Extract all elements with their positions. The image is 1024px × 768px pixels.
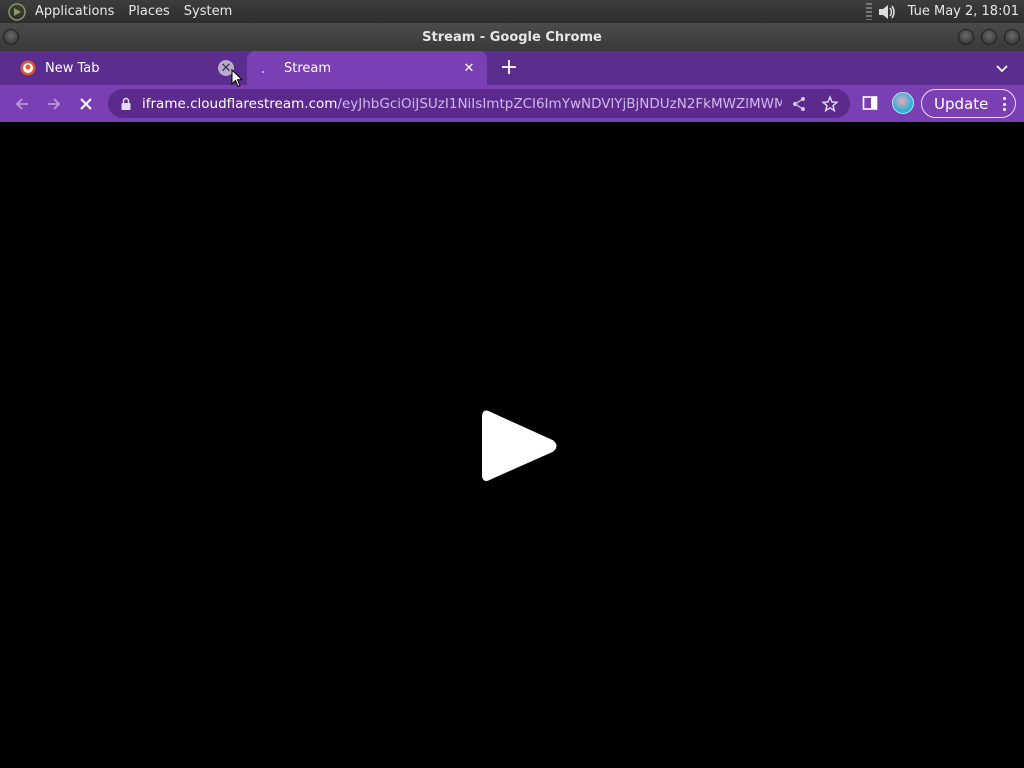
stop-icon[interactable] bbox=[75, 93, 97, 115]
side-panel-icon[interactable] bbox=[862, 95, 878, 111]
duckduckgo-icon bbox=[20, 60, 36, 76]
update-label: Update bbox=[934, 94, 989, 113]
minimize-button[interactable] bbox=[958, 29, 974, 45]
places-menu[interactable]: Places bbox=[121, 0, 176, 23]
maximize-button[interactable] bbox=[981, 29, 997, 45]
mouse-cursor-icon bbox=[231, 69, 243, 88]
tab-stream[interactable]: Stream ✕ bbox=[247, 51, 487, 85]
update-button[interactable]: Update bbox=[921, 89, 1016, 118]
url-host: iframe.cloudflarestream.com bbox=[142, 95, 338, 112]
tab-close-icon[interactable]: ✕ bbox=[461, 60, 477, 76]
share-icon[interactable] bbox=[790, 95, 808, 113]
applications-menu[interactable]: Applications bbox=[28, 0, 121, 23]
url-path: /eyJhbGciOiJSUzI1NiIsImtpZCI6ImYwNDVlYjB… bbox=[337, 95, 782, 112]
star-icon[interactable] bbox=[821, 95, 839, 113]
window-title-bar[interactable]: Stream - Google Chrome bbox=[0, 23, 1024, 51]
top-panel: Applications Places System Tue May 2, 18… bbox=[0, 0, 1024, 23]
loading-spinner-icon bbox=[262, 71, 265, 73]
clock[interactable]: Tue May 2, 18:01 bbox=[908, 4, 1024, 19]
address-bar[interactable]: iframe.cloudflarestream.com/eyJhbGciOiJS… bbox=[108, 89, 850, 118]
window-menu-button[interactable] bbox=[3, 29, 19, 45]
system-menu[interactable]: System bbox=[177, 0, 239, 23]
tab-new-tab[interactable]: New Tab ✕ bbox=[8, 51, 244, 85]
close-window-button[interactable] bbox=[1004, 29, 1020, 45]
gnome-foot-icon[interactable] bbox=[6, 1, 28, 23]
url-text[interactable]: iframe.cloudflarestream.com/eyJhbGciOiJS… bbox=[142, 96, 782, 112]
volume-icon[interactable] bbox=[876, 2, 898, 22]
forward-arrow-icon[interactable] bbox=[43, 93, 65, 115]
new-tab-button[interactable]: + bbox=[499, 57, 519, 79]
browser-toolbar: iframe.cloudflarestream.com/eyJhbGciOiJS… bbox=[0, 85, 1024, 122]
chevron-down-icon[interactable] bbox=[994, 61, 1010, 77]
tab-strip: New Tab ✕ Stream ✕ + bbox=[0, 51, 1024, 85]
tab-title: New Tab bbox=[45, 60, 100, 76]
back-arrow-icon[interactable] bbox=[11, 93, 33, 115]
video-player[interactable] bbox=[0, 122, 1024, 768]
window-title: Stream - Google Chrome bbox=[422, 29, 602, 45]
lock-icon[interactable] bbox=[120, 97, 132, 111]
tab-title: Stream bbox=[284, 60, 332, 76]
play-icon[interactable] bbox=[480, 407, 558, 485]
kebab-menu-icon[interactable] bbox=[1003, 97, 1007, 111]
profile-avatar[interactable] bbox=[892, 92, 914, 114]
panel-separator bbox=[865, 3, 872, 20]
